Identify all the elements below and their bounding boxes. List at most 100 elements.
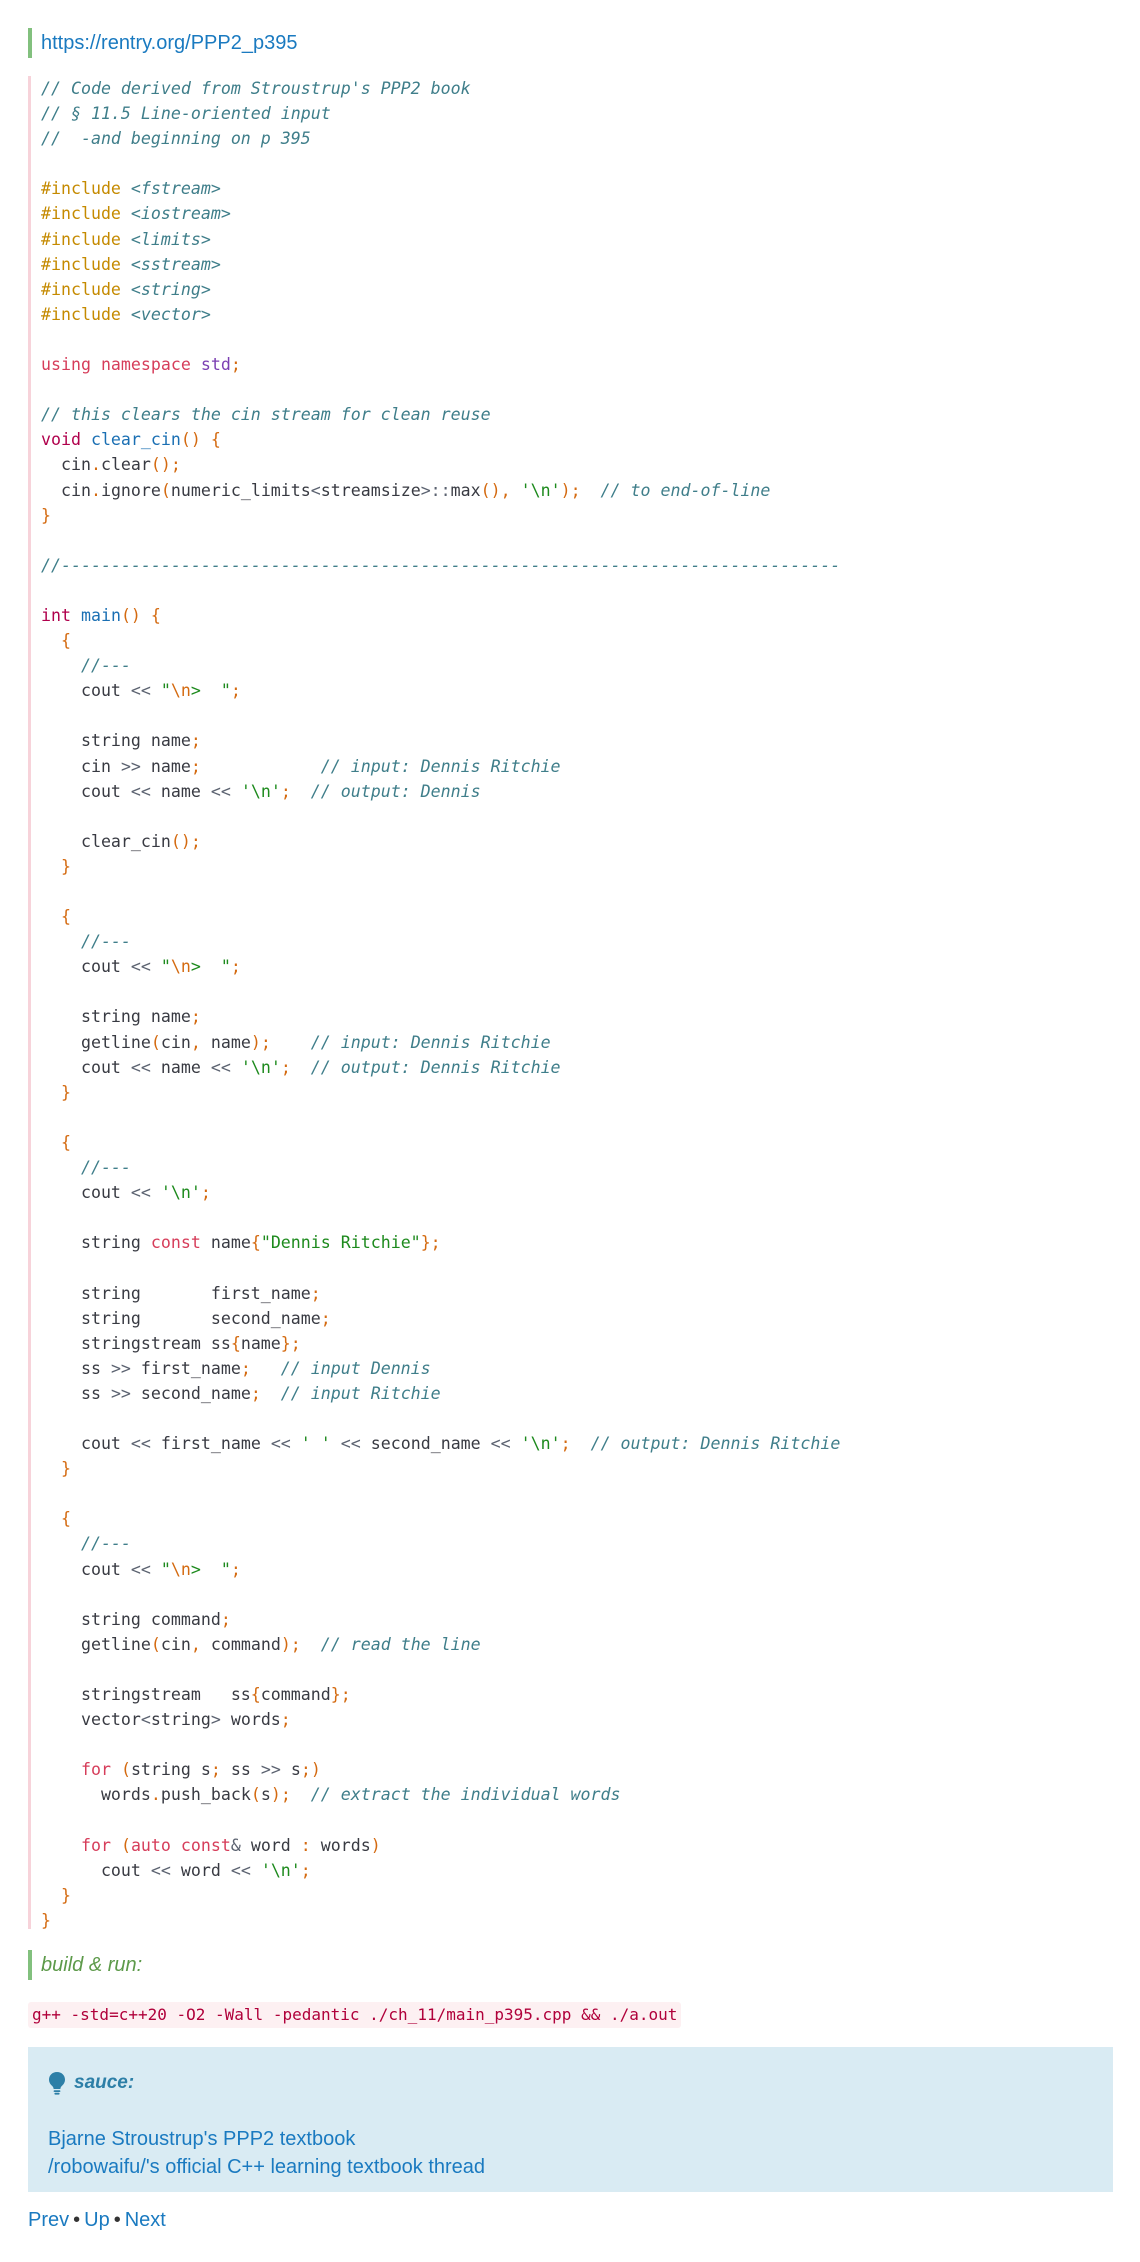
- code-line: getline(cin, name); // input: Dennis Rit…: [41, 1033, 551, 1052]
- code-token: .: [90, 480, 101, 500]
- nav-up-link[interactable]: Up: [84, 2209, 110, 2231]
- code-token: &: [230, 1835, 251, 1855]
- code-line: using namespace std;: [41, 355, 241, 374]
- code-token: ss: [41, 1358, 111, 1378]
- code-token: (: [250, 1785, 261, 1805]
- code-token: cout: [41, 1057, 131, 1077]
- ppp2-textbook-link[interactable]: Bjarne Stroustrup's PPP2 textbook: [48, 2125, 1093, 2153]
- code-line: stringstream ss{command};: [41, 1685, 351, 1704]
- code-token: // Code derived from Stroustrup's PPP2 b…: [41, 79, 471, 98]
- code-line: #include <sstream>: [41, 255, 221, 274]
- code-token: <<: [490, 1434, 521, 1454]
- code-token: '\n': [520, 1434, 561, 1454]
- code-line: string first_name;: [41, 1284, 321, 1303]
- code-token: {: [230, 1333, 241, 1353]
- sauce-header: sauce:: [48, 2067, 1093, 2099]
- code-token: push_back: [160, 1785, 251, 1805]
- code-token: words: [41, 1785, 151, 1805]
- code-token: int: [41, 605, 81, 625]
- code-line: //---: [41, 656, 131, 675]
- code-line: cout << name << '\n'; // output: Dennis …: [41, 1058, 561, 1077]
- code-token: #include: [41, 304, 131, 324]
- code-token: >: [210, 1710, 231, 1730]
- sauce-title: sauce:: [74, 2072, 135, 2093]
- code-token: // read the line: [300, 1634, 481, 1654]
- code-token: string command: [41, 1609, 221, 1629]
- code-token: <<: [130, 781, 161, 801]
- code-token: // output: Dennis Ritchie: [290, 1057, 561, 1077]
- code-line: }: [41, 1459, 71, 1478]
- code-line: cin >> name; // input: Dennis Ritchie: [41, 757, 561, 776]
- code-token: // input Ritchie: [260, 1383, 441, 1403]
- code-token: cin: [41, 455, 91, 475]
- code-token: words: [230, 1710, 281, 1730]
- code-token: //---: [41, 656, 131, 676]
- nav-prev-link[interactable]: Prev: [28, 2209, 69, 2231]
- code-token: ;: [230, 957, 241, 977]
- code-token: .: [90, 455, 101, 475]
- code-token: ;): [300, 1760, 321, 1780]
- sauce-admonition: sauce: Bjarne Stroustrup's PPP2 textbook…: [28, 2047, 1113, 2192]
- code-token: <<: [210, 1057, 241, 1077]
- code-line: for (string s; ss >> s;): [41, 1760, 321, 1779]
- code-token: \n: [170, 957, 191, 977]
- code-token: .: [150, 1785, 161, 1805]
- code-token: ;: [190, 731, 201, 751]
- code-line: #include <vector>: [41, 305, 211, 324]
- code-line: clear_cin();: [41, 832, 201, 851]
- code-token: // extract the individual words: [290, 1785, 621, 1805]
- code-token: // input: Dennis Ritchie: [200, 756, 561, 776]
- page-url-link[interactable]: https://rentry.org/PPP2_p395: [41, 32, 297, 54]
- code-line: #include <iostream>: [41, 204, 231, 223]
- code-token: ;: [210, 1760, 231, 1780]
- code-line: }: [41, 857, 71, 876]
- code-line: }: [41, 1083, 71, 1102]
- code-token: >>: [110, 1358, 141, 1378]
- code-token: second_name: [370, 1434, 491, 1454]
- code-token: cin: [41, 756, 121, 776]
- code-token: name: [240, 1333, 281, 1353]
- code-token: > ": [190, 681, 231, 701]
- code-token: streamsize: [320, 480, 421, 500]
- code-token: string second_name: [41, 1308, 321, 1328]
- code-token: const: [150, 1233, 211, 1253]
- code-token: name: [150, 756, 191, 776]
- code-token: // input: Dennis Ritchie: [270, 1032, 551, 1052]
- code-token: <<: [150, 1860, 181, 1880]
- code-token: name: [160, 781, 211, 801]
- code-token: <iostream>: [130, 204, 231, 224]
- nav-next-link[interactable]: Next: [125, 2209, 166, 2231]
- code-token: word: [180, 1860, 231, 1880]
- code-token: };: [420, 1233, 441, 1253]
- code-token: <: [310, 480, 321, 500]
- code-line: #include <string>: [41, 280, 211, 299]
- code-token: ;: [190, 756, 201, 776]
- code-token: cin: [41, 480, 91, 500]
- code-line: cout << "\n> ";: [41, 957, 241, 976]
- code-token: second_name: [140, 1383, 251, 1403]
- code-token: {: [41, 1132, 71, 1152]
- code-line: cin.ignore(numeric_limits<streamsize>::m…: [41, 481, 770, 500]
- code-token: string name: [41, 1007, 191, 1027]
- code-token: {: [41, 631, 71, 651]
- code-line: // § 11.5 Line-oriented input: [41, 104, 331, 123]
- code-token: command: [260, 1685, 331, 1704]
- textbook-thread-link[interactable]: /robowaifu/'s official C++ learning text…: [48, 2153, 1093, 2181]
- code-token: cout: [41, 1860, 151, 1880]
- code-token: ();: [170, 831, 201, 851]
- code-line: cout << "\n> ";: [41, 1560, 241, 1579]
- code-token: {: [41, 907, 71, 927]
- code-token: <<: [130, 1559, 161, 1579]
- code-token: ;: [220, 1609, 231, 1629]
- code-token: ;: [240, 1358, 251, 1378]
- code-line: //---: [41, 1534, 131, 1553]
- code-token: string: [150, 1710, 211, 1730]
- code-token: <vector>: [130, 304, 211, 324]
- code-token: (: [120, 1835, 131, 1855]
- code-token: ;: [250, 1383, 261, 1403]
- code-token: (: [160, 480, 171, 500]
- code-line: // this clears the cin stream for clean …: [41, 405, 491, 424]
- code-token: );: [560, 480, 581, 500]
- code-token: \n: [170, 1559, 191, 1579]
- code-line: cout << word << '\n';: [41, 1861, 311, 1880]
